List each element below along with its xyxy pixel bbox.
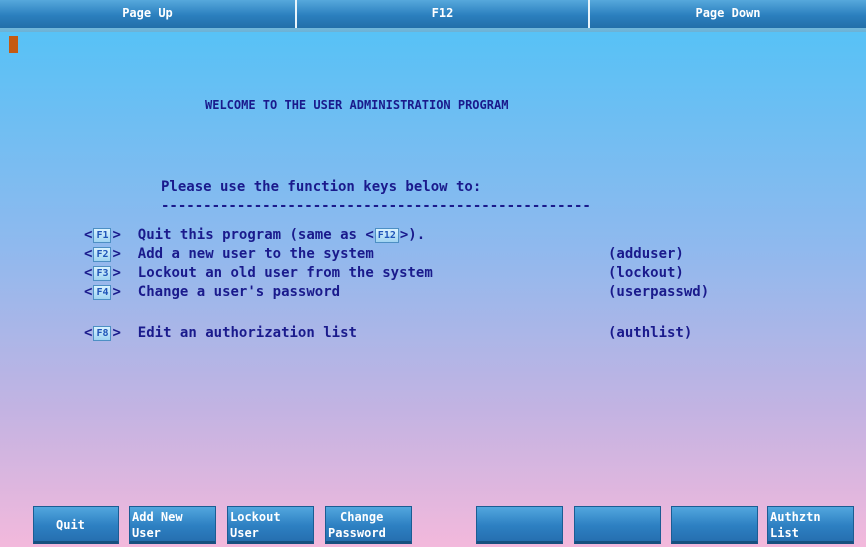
function-key-6-button[interactable] [574,506,661,544]
function-key-7-button[interactable] [671,506,758,544]
divider-rule: ----------------------------------------… [161,198,591,214]
instructions-text: Please use the function keys below to: [161,179,482,195]
option-auth-list-label: Edit an authorization list [137,325,357,341]
userpasswd-command: (userpasswd) [608,284,710,300]
option-add-user-label: Add a new user to the system [137,246,374,262]
authlist-command: (authlist) [608,325,693,341]
function-key-5-button[interactable] [476,506,563,544]
lockout-command: (lockout) [608,265,684,281]
page-title: WELCOME TO THE USER ADMINISTRATION PROGR… [205,98,509,112]
authztn-list-label-1: Authztn [770,510,821,524]
adduser-command: (adduser) [608,246,684,262]
option-add-user[interactable]: < F2 > Add a new user to the system [84,245,374,263]
f12-tab[interactable]: F12 [297,0,590,28]
authztn-list-button[interactable]: Authztn List [767,506,854,544]
page-up-tab[interactable]: Page Up [0,0,297,28]
quit-button[interactable]: Quit [33,506,119,544]
lockout-user-button[interactable]: Lockout User [227,506,314,544]
option-auth-list[interactable]: < F8 > Edit an authorization list [84,324,357,342]
f12-key-icon: F12 [374,227,399,243]
option-lockout-label: Lockout an old user from the system [137,265,433,281]
f4-key-icon: F4 [93,284,112,300]
add-new-user-button[interactable]: Add New User [129,506,216,544]
quit-button-label: Quit [56,518,85,532]
option-quit-label-end: ). [408,227,426,243]
option-lockout-user[interactable]: < F3 > Lockout an old user from the system [84,264,433,282]
f8-key-icon: F8 [93,325,112,341]
change-password-label-1: Change [340,510,384,524]
add-new-user-label-1: Add New [132,510,183,524]
f3-key-icon: F3 [93,265,112,281]
lockout-user-label-1: Lockout [230,510,281,524]
option-quit[interactable]: < F1 > Quit this program (same as < F12 >). [84,226,425,244]
option-change-password-label: Change a user's password [137,284,341,300]
f1-key-icon: F1 [93,227,112,243]
option-quit-label: Quit this program (same as [137,227,357,243]
f2-key-icon: F2 [93,246,112,262]
option-change-password[interactable]: < F4 > Change a user's password [84,283,340,301]
page-down-tab[interactable]: Page Down [590,0,866,28]
change-password-button[interactable]: Change Password [325,506,412,544]
authztn-list-label-2: List [770,526,799,540]
text-cursor [9,36,18,53]
add-new-user-label-2: User [132,526,161,540]
lockout-user-label-2: User [230,526,259,540]
change-password-label-2: Password [328,526,386,540]
top-tab-bar: Page Up F12 Page Down [0,0,866,32]
